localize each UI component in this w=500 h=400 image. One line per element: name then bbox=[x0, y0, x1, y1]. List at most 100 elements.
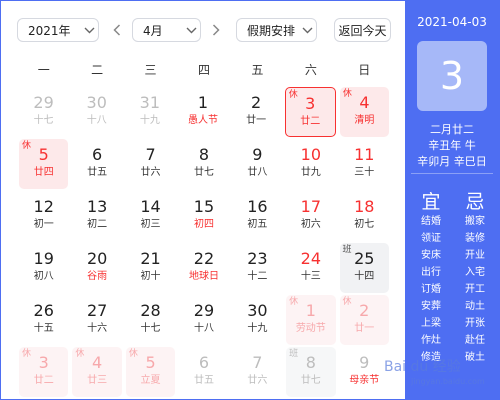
date-number: 6 bbox=[92, 145, 103, 164]
date-cell[interactable]: 12 初一 bbox=[19, 191, 68, 241]
detail-day-number: 3 bbox=[417, 41, 487, 111]
date-number: 6 bbox=[198, 353, 210, 372]
date-cell[interactable]: 11 三十 bbox=[340, 139, 389, 189]
date-cell[interactable]: 休 2 廿一 bbox=[339, 295, 389, 345]
date-cell[interactable]: 休 5 立夏 bbox=[125, 347, 176, 397]
lunar-label: 廿九 bbox=[300, 167, 321, 178]
date-cell[interactable]: 28 十七 bbox=[126, 295, 175, 345]
date-number: 10 bbox=[300, 145, 321, 164]
date-number: 30 bbox=[247, 301, 268, 320]
next-month-button[interactable] bbox=[209, 18, 223, 42]
lunar-label: 立夏 bbox=[140, 375, 161, 386]
lunar-label: 地球日 bbox=[188, 271, 219, 282]
lunar-label: 愚人节 bbox=[187, 115, 218, 126]
detail-lunar-date: 二月廿二 bbox=[430, 123, 474, 136]
chevron-left-icon bbox=[113, 24, 121, 36]
chevron-down-icon bbox=[182, 27, 200, 34]
detail-ganzhi-day: 辛卯月 辛巳日 bbox=[417, 155, 487, 168]
day-detail-panel: 2021-04-03 3 二月廿二 辛丑年 牛 辛卯月 辛巳日 宜 忌 结婚 领证… bbox=[405, 1, 499, 399]
month-select[interactable]: 4月 bbox=[132, 18, 201, 42]
date-cell[interactable]: 6 廿五 bbox=[72, 139, 121, 189]
date-number: 9 bbox=[252, 145, 263, 164]
date-cell[interactable]: 休 5 廿四 bbox=[19, 139, 69, 189]
date-cell[interactable]: 14 初三 bbox=[126, 191, 175, 241]
date-cell[interactable]: 30 十九 bbox=[233, 295, 282, 345]
date-cell[interactable]: 班 8 廿七 bbox=[286, 347, 336, 397]
date-number: 18 bbox=[354, 197, 375, 216]
week-row: 26 十五 27 十六 28 十七 29 十八 30 十九 休 1 劳动节休 2 廿一 bbox=[17, 294, 391, 346]
lunar-label: 十六 bbox=[87, 323, 108, 334]
date-cell[interactable]: 15 初四 bbox=[179, 191, 228, 241]
lunar-label: 十九 bbox=[247, 323, 268, 334]
date-number: 29 bbox=[193, 301, 215, 320]
date-cell[interactable]: 9 廿八 bbox=[233, 139, 282, 189]
calendar-widget: 2021年 4月 假期安排 返回今天 一二三四五六日 29 十七 30 十八 31 十九 1… bbox=[0, 0, 500, 400]
date-cell[interactable]: 21 初十 bbox=[126, 243, 175, 293]
prev-month-button[interactable] bbox=[110, 18, 124, 42]
date-cell[interactable]: 7 廿六 bbox=[126, 139, 175, 189]
date-cell[interactable]: 23 十二 bbox=[233, 243, 282, 293]
year-select[interactable]: 2021年 bbox=[17, 18, 99, 42]
date-cell[interactable]: 17 初六 bbox=[286, 191, 335, 241]
weekday-label: 二 bbox=[91, 63, 104, 77]
ji-item: 赴任 bbox=[465, 335, 485, 346]
date-cell[interactable]: 29 十八 bbox=[179, 295, 228, 345]
week-row: 休 3 廿二休 4 廿三休 5 立夏 6 廿五 7 廿六 班 8 廿七 9 母亲节 bbox=[17, 346, 391, 398]
date-cell[interactable]: 30 十八 bbox=[72, 87, 121, 137]
date-cell[interactable]: 休 4 廿三 bbox=[72, 347, 122, 397]
date-cell[interactable]: 19 初八 bbox=[19, 243, 68, 293]
ji-item: 开工 bbox=[465, 284, 485, 295]
yi-item: 领证 bbox=[421, 233, 441, 244]
date-cell[interactable]: 9 母亲节 bbox=[340, 347, 389, 397]
date-cell[interactable]: 7 廿六 bbox=[233, 347, 282, 397]
date-cell[interactable]: 27 十六 bbox=[72, 295, 121, 345]
holiday-select[interactable]: 假期安排 bbox=[236, 18, 317, 42]
date-cell[interactable]: 13 初二 bbox=[72, 191, 121, 241]
date-cell[interactable]: 休 1 劳动节 bbox=[286, 295, 336, 345]
workday-badge: 班 bbox=[289, 349, 299, 359]
ji-item: 搬家 bbox=[465, 216, 485, 227]
date-cell[interactable]: 6 廿五 bbox=[179, 347, 228, 397]
lunar-label: 十七 bbox=[140, 323, 161, 334]
date-number: 16 bbox=[247, 197, 268, 216]
week-row: 29 十七 30 十八 31 十九 1 愚人节 2 廿一 休 3 廿二休 4 清明 bbox=[17, 86, 391, 138]
ji-title: 忌 bbox=[465, 191, 485, 213]
chevron-down-icon bbox=[80, 27, 98, 34]
date-cell[interactable]: 29 十七 bbox=[19, 87, 68, 137]
date-cell[interactable]: 20 谷雨 bbox=[72, 243, 121, 293]
date-number: 12 bbox=[33, 197, 54, 216]
back-to-today-button[interactable]: 返回今天 bbox=[334, 18, 391, 42]
date-cell[interactable]: 22 地球日 bbox=[179, 243, 228, 293]
detail-ganzhi-year: 辛丑年 牛 bbox=[428, 139, 476, 152]
date-number: 30 bbox=[86, 93, 107, 112]
weekday-label: 一 bbox=[37, 63, 50, 77]
date-number: 1 bbox=[197, 93, 209, 112]
date-cell[interactable]: 31 十九 bbox=[125, 87, 174, 137]
lunar-label: 廿五 bbox=[87, 167, 108, 178]
holiday-select-value: 假期安排 bbox=[247, 23, 296, 38]
yi-item: 上梁 bbox=[421, 318, 441, 329]
weekday-label: 五 bbox=[251, 63, 264, 77]
date-number: 26 bbox=[33, 301, 54, 320]
week-row: 19 初八 20 谷雨 21 初十 22 地球日 23 十二 24 十三 班 25 十四 bbox=[17, 242, 391, 294]
date-cell[interactable]: 18 初七 bbox=[340, 191, 389, 241]
week-row: 12 初一 13 初二 14 初三 15 初四 16 初五 17 初六 18 初七 bbox=[17, 190, 391, 242]
date-cell[interactable]: 休 4 清明 bbox=[339, 87, 389, 137]
ji-item: 破土 bbox=[465, 352, 485, 363]
chevron-down-icon bbox=[298, 27, 316, 34]
date-cell[interactable]: 24 十三 bbox=[286, 243, 335, 293]
lunar-label: 初十 bbox=[140, 271, 161, 282]
date-cell[interactable]: 16 初五 bbox=[233, 191, 282, 241]
calendar-panel: 2021年 4月 假期安排 返回今天 一二三四五六日 29 十七 30 十八 31 十九 1… bbox=[1, 1, 395, 399]
date-cell[interactable]: 26 十五 bbox=[19, 295, 68, 345]
date-cell[interactable]: 2 廿一 bbox=[232, 87, 281, 137]
date-cell[interactable]: 10 廿九 bbox=[286, 139, 335, 189]
lunar-label: 廿六 bbox=[140, 167, 161, 178]
date-cell-selected[interactable]: 休 3 廿二 bbox=[284, 87, 336, 137]
date-cell[interactable]: 班 25 十四 bbox=[339, 243, 389, 293]
lunar-label: 廿八 bbox=[247, 167, 268, 178]
lunar-label: 劳动节 bbox=[295, 323, 326, 334]
date-cell[interactable]: 1 愚人节 bbox=[178, 87, 227, 137]
date-cell[interactable]: 8 廿七 bbox=[179, 139, 228, 189]
date-cell[interactable]: 休 3 廿二 bbox=[19, 347, 69, 397]
